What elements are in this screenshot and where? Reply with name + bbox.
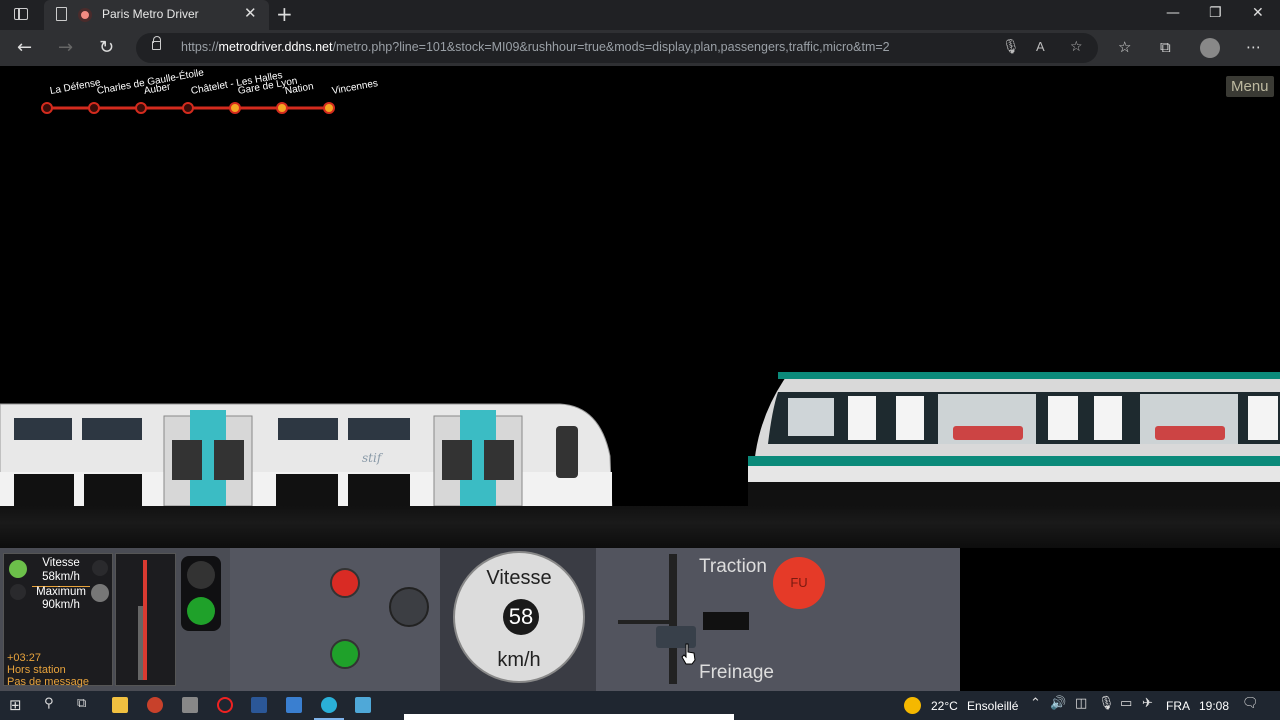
tab-title: Paris Metro Driver	[102, 7, 199, 21]
door-open-button[interactable]	[330, 639, 360, 669]
start-icon[interactable]: ⊞	[9, 696, 22, 714]
train-livery-text: stif	[362, 451, 384, 465]
back-icon[interactable]: ←	[17, 37, 32, 58]
camera-icon[interactable]: ◫	[1075, 696, 1087, 711]
max-speed-value: 90km/h	[42, 599, 80, 611]
weather-sun-icon[interactable]	[904, 697, 921, 714]
weather-text[interactable]: Ensoleillé	[967, 699, 1018, 713]
speedometer-dial: Vitesse 58 km/h	[453, 551, 585, 683]
station-dot	[135, 102, 147, 114]
driver-dashboard: Vitesse 58km/h Maximum 90km/h +03:27 Hor…	[0, 548, 960, 691]
volume-icon[interactable]: 🔊	[1050, 696, 1066, 711]
read-aloud-icon[interactable]: A	[1036, 39, 1045, 54]
door-controls-panel	[230, 548, 440, 691]
signal-green-lamp	[187, 597, 215, 625]
word-icon[interactable]	[251, 697, 267, 713]
new-tab-icon[interactable]: +	[276, 2, 293, 26]
chevron-up-icon[interactable]: ⌃	[1030, 696, 1041, 711]
station-dot	[182, 102, 194, 114]
station-dot	[41, 102, 53, 114]
url-host: metrodriver.ddns.net	[218, 40, 333, 54]
lever-track	[669, 554, 677, 684]
other-train	[748, 372, 1280, 508]
speed-gauge-panel	[115, 553, 176, 686]
speedometer-title: Vitesse	[486, 567, 552, 589]
signal-light	[181, 556, 221, 631]
opera-icon[interactable]	[217, 697, 233, 713]
station-dot	[276, 102, 288, 114]
task-view-icon[interactable]: ⧉	[77, 696, 86, 711]
station-dot	[88, 102, 100, 114]
powerpoint-icon[interactable]	[147, 697, 163, 713]
camera-app-icon[interactable]	[355, 697, 371, 713]
indicator-off-icon	[92, 560, 108, 576]
url-field[interactable]: https://metrodriver.ddns.net/metro.php?l…	[136, 33, 1098, 63]
browser-tab[interactable]: Paris Metro Driver ✕	[44, 0, 269, 30]
temperature[interactable]: 22°C	[931, 699, 958, 713]
speedometer-unit: km/h	[497, 649, 541, 671]
time-offset: +03:27	[7, 652, 41, 664]
speedometer-value: 58	[503, 599, 539, 635]
line-plan	[41, 102, 335, 114]
network-icon[interactable]: ✈	[1142, 696, 1153, 711]
speed-label: Vitesse	[42, 557, 80, 569]
microphone-icon[interactable]: 🎙	[1002, 39, 1020, 55]
location-status: Hors station	[7, 664, 66, 676]
station-dot	[229, 102, 241, 114]
track-ground	[0, 506, 1280, 548]
file-explorer-icon[interactable]	[112, 697, 128, 713]
max-speed-label: Maximum	[36, 586, 86, 598]
minimize-icon[interactable]: —	[1166, 5, 1180, 21]
edge-icon[interactable]	[321, 697, 337, 713]
traction-label: Traction	[699, 556, 767, 577]
recording-icon	[78, 8, 92, 22]
add-favorite-icon[interactable]: ☆	[1070, 39, 1083, 55]
url-path: /metro.php?line=101&stock=MI09&rushhour=…	[332, 40, 890, 54]
gauge-speed-bar	[143, 560, 147, 680]
menu-button[interactable]: Menu	[1226, 76, 1274, 97]
browser-tab-bar: Paris Metro Driver ✕ + — ❐ ✕	[0, 0, 1280, 30]
profile-avatar[interactable]	[1200, 38, 1220, 58]
door-close-button[interactable]	[330, 568, 360, 598]
battery-icon[interactable]: ▭	[1120, 696, 1132, 711]
station-dot	[323, 102, 335, 114]
message-status: Pas de message	[7, 676, 89, 688]
app-icon[interactable]	[286, 697, 302, 713]
refresh-icon[interactable]: ↻	[99, 37, 114, 58]
speedometer-panel: Vitesse 58 km/h	[440, 548, 596, 691]
status-light-icon	[9, 560, 27, 578]
emergency-brake-button[interactable]: FU	[773, 557, 825, 609]
close-window-icon[interactable]: ✕	[1252, 5, 1264, 21]
overlay-bar	[404, 714, 734, 720]
calculator-icon[interactable]	[182, 697, 198, 713]
close-tab-icon[interactable]: ✕	[244, 4, 257, 22]
hand-cursor-icon	[681, 643, 696, 665]
lever-neutral-mark	[618, 620, 672, 624]
address-bar-row: ← → ↻ https://metrodriver.ddns.net/metro…	[0, 30, 1280, 66]
speed-value: 58km/h	[42, 571, 80, 583]
game-viewport[interactable]: La Défense Charles de Gaulle-Étoile Auber C…	[0, 66, 1280, 691]
lock-icon[interactable]	[152, 36, 161, 50]
page-icon	[56, 7, 67, 21]
language[interactable]: FRA	[1166, 699, 1190, 713]
more-options-icon[interactable]: ⋯	[1246, 38, 1261, 56]
info-panel: Vitesse 58km/h Maximum 90km/h +03:27 Hor…	[3, 553, 113, 688]
search-icon[interactable]: ⚲	[44, 696, 54, 711]
tab-actions-icon[interactable]	[14, 8, 28, 20]
microphone-icon[interactable]: 🎙	[1098, 696, 1115, 711]
status-light-off-icon	[10, 584, 26, 600]
url-text[interactable]: https://metrodriver.ddns.net/metro.php?l…	[181, 40, 890, 54]
signal-top-lamp	[187, 561, 215, 589]
maximize-icon[interactable]: ❐	[1209, 5, 1222, 21]
url-prefix: https://	[181, 40, 219, 54]
forward-icon[interactable]: →	[58, 37, 73, 58]
clock[interactable]: 19:08	[1199, 699, 1229, 713]
collections-icon[interactable]: ⧉	[1160, 38, 1171, 56]
favorites-icon[interactable]: ☆	[1118, 38, 1131, 56]
lever-display	[703, 612, 749, 630]
notifications-icon[interactable]: 🗨	[1242, 696, 1259, 711]
braking-label: Freinage	[699, 662, 774, 683]
traction-control-panel: Traction Freinage FU	[596, 548, 960, 691]
horn-button[interactable]	[389, 587, 429, 627]
